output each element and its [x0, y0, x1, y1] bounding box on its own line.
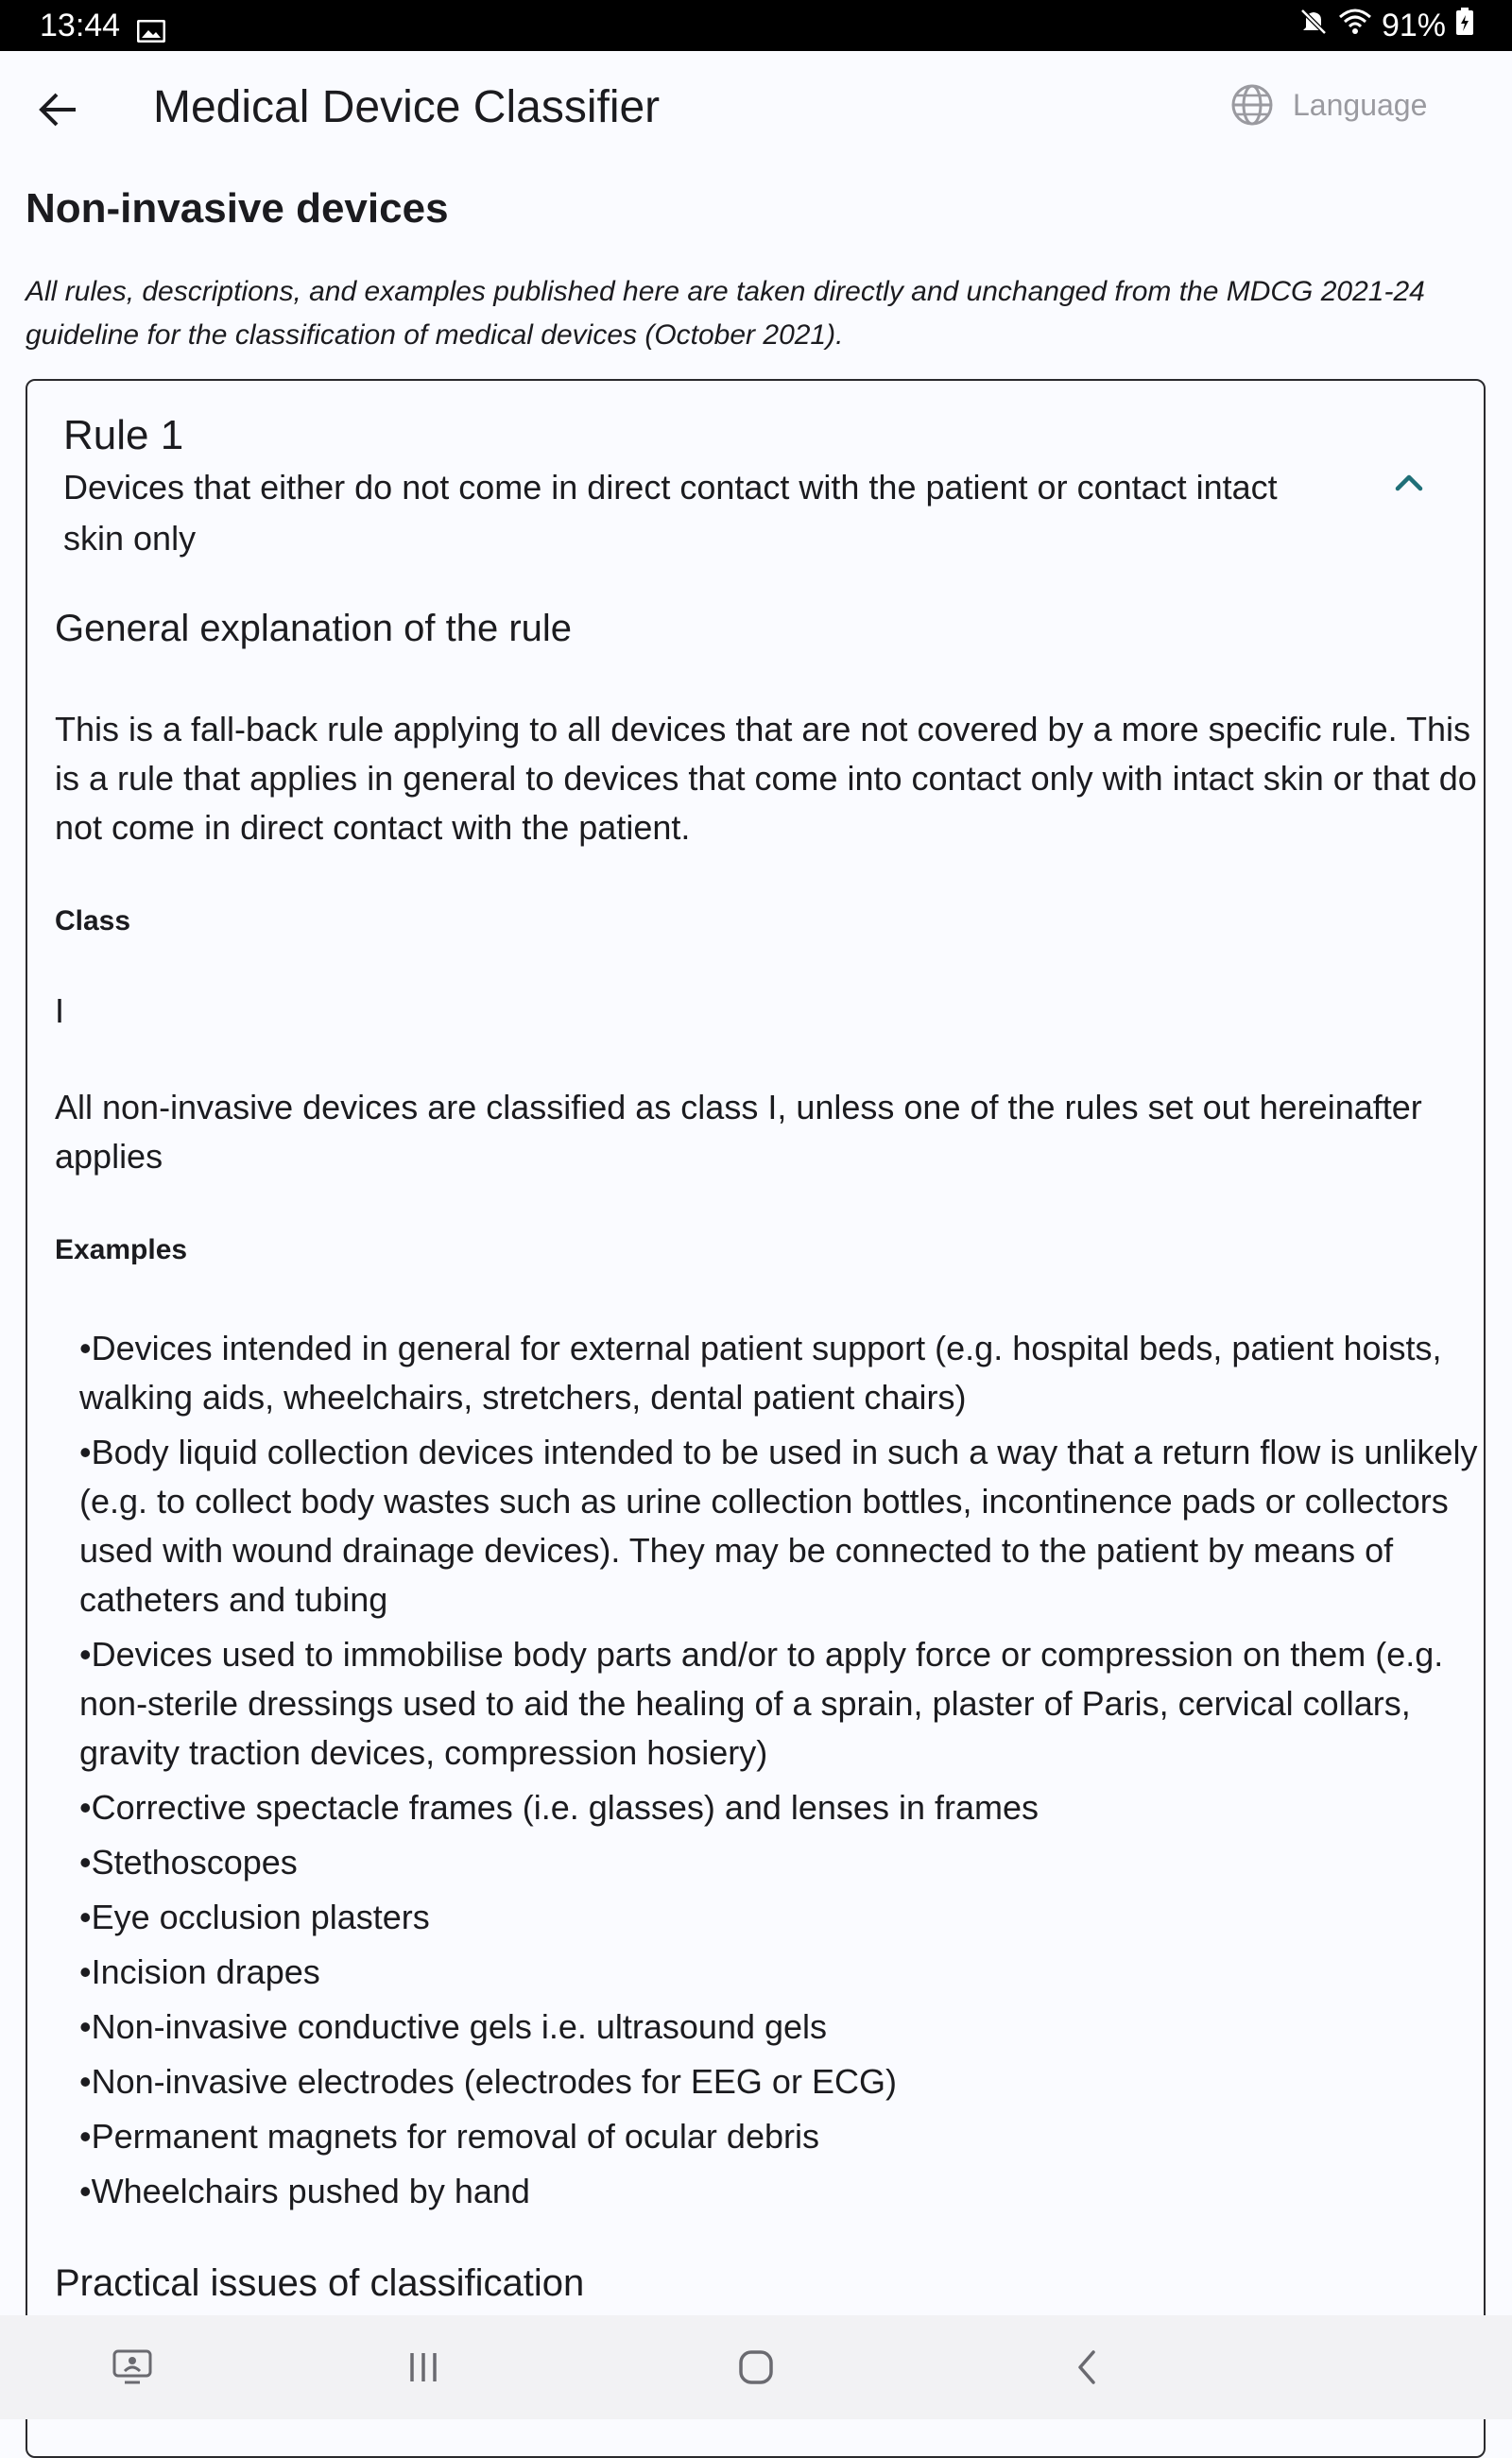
chevron-up-icon[interactable]	[1388, 468, 1430, 496]
image-notification-icon	[136, 14, 166, 43]
class-text: All non-invasive devices are classified …	[55, 1088, 1422, 1176]
wifi-icon	[1338, 8, 1372, 44]
mute-icon	[1298, 7, 1329, 45]
list-item: Permanent magnets for removal of ocular …	[79, 2112, 1491, 2161]
list-item: Incision drapes	[79, 1948, 1491, 1997]
list-item: Corrective spectacle frames (i.e. glasse…	[79, 1783, 1491, 1832]
back-button[interactable]	[28, 79, 89, 140]
list-item: Body liquid collection devices intended …	[79, 1428, 1491, 1624]
chevron-left-icon	[1078, 2350, 1095, 2384]
examples-list: Devices intended in general for external…	[55, 1324, 1491, 2216]
list-item: Wheelchairs pushed by hand	[79, 2167, 1491, 2216]
list-item: Devices used to immobilise body parts an…	[79, 1630, 1491, 1778]
rule-subtitle: Devices that either do not come in direc…	[63, 468, 1278, 558]
recent-apps-button[interactable]	[395, 2339, 452, 2396]
app-bar: Medical Device Classifier Language	[0, 51, 1512, 168]
home-icon	[739, 2350, 773, 2384]
system-navigation-bar	[0, 2315, 1512, 2419]
class-label: Class	[55, 905, 131, 937]
list-item: Non-invasive electrodes (electrodes for …	[79, 2057, 1491, 2106]
rule-card: Rule 1 Devices that either do not come i…	[26, 379, 1486, 2458]
list-item: Stethoscopes	[79, 1838, 1491, 1887]
battery-icon	[1455, 7, 1474, 44]
list-item: Eye occlusion plasters	[79, 1893, 1491, 1942]
general-explanation-text: This is a fall-back rule applying to all…	[55, 710, 1477, 847]
status-bar: 13:44 91%	[0, 0, 1512, 51]
globe-icon	[1231, 84, 1273, 126]
list-item: Devices intended in general for external…	[79, 1324, 1491, 1422]
nav-back-button[interactable]	[1058, 2339, 1115, 2396]
practical-issues-heading: Practical issues of classification	[55, 2262, 585, 2304]
language-label: Language	[1293, 87, 1428, 122]
disclaimer-text: All rules, descriptions, and examples pu…	[26, 276, 1425, 351]
rule-title: Rule 1	[63, 412, 184, 458]
rule-body: General explanation of the rule This is …	[55, 605, 1491, 2307]
section-title: Non-invasive devices	[26, 185, 449, 232]
app-title: Medical Device Classifier	[153, 82, 661, 132]
screen-share-icon	[112, 2349, 152, 2384]
language-button[interactable]: Language	[1230, 83, 1427, 127]
status-time: 13:44	[40, 7, 121, 43]
battery-percent: 91%	[1381, 7, 1446, 43]
screen-share-button[interactable]	[104, 2339, 161, 2396]
home-button[interactable]	[728, 2339, 784, 2396]
arrow-back-icon	[39, 93, 76, 127]
recent-apps-icon	[410, 2353, 437, 2381]
class-value: I	[55, 991, 65, 1030]
examples-label: Examples	[55, 1234, 188, 1265]
general-explanation-heading: General explanation of the rule	[55, 608, 573, 649]
list-item: Non-invasive conductive gels i.e. ultras…	[79, 2002, 1491, 2052]
